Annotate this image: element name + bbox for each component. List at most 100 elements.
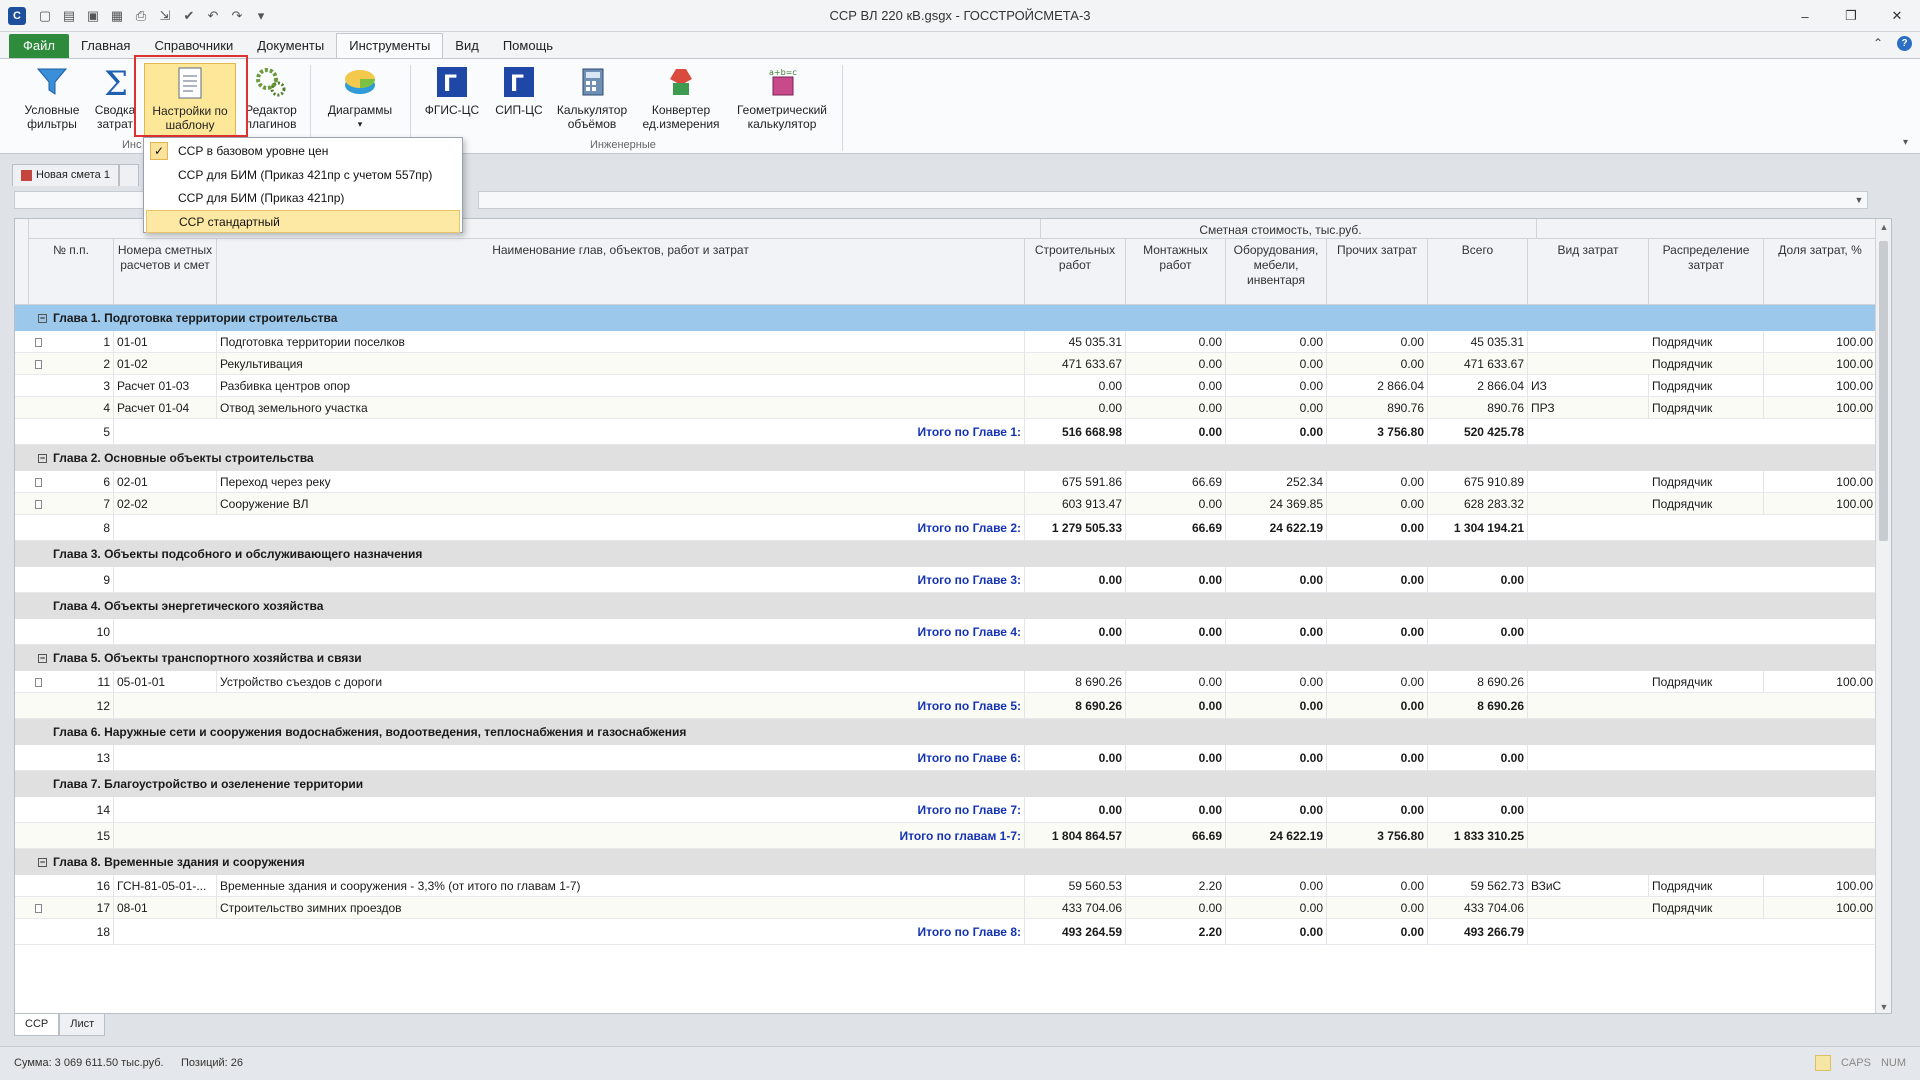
unit-converter-button[interactable]: Конвертер ед.измерения (638, 63, 724, 141)
chapter-row[interactable]: Глава 4. Объекты энергетического хозяйст… (15, 593, 1877, 619)
export-icon[interactable]: ⇲ (156, 7, 174, 25)
menu-item-label: ССР стандартный (179, 215, 280, 229)
close-button[interactable]: ✕ (1874, 0, 1920, 32)
diagrams-button[interactable]: Диаграммы ▾ (320, 63, 400, 141)
total-row[interactable]: 8 Итого по Главе 2: 1 279 505.33 66.69 24 62… (15, 515, 1877, 541)
left-filter-box[interactable] (14, 191, 148, 209)
tab-references[interactable]: Справочники (142, 34, 245, 58)
tab-file[interactable]: Файл (9, 34, 69, 58)
total-row[interactable]: 5 Итого по Главе 1: 516 668.98 0.00 0.00 3 75… (15, 419, 1877, 445)
app-icon[interactable]: С (8, 6, 26, 25)
total-row[interactable]: 14 Итого по Главе 7: 0.00 0.00 0.00 0.00 0.00 (15, 797, 1877, 823)
verify-icon[interactable]: ✔ (180, 7, 198, 25)
sip-button[interactable]: Г СИП-ЦС (490, 63, 548, 141)
cell-number: 17 (29, 897, 114, 919)
scroll-thumb[interactable] (1879, 241, 1888, 541)
collapse-toggle-icon[interactable]: − (38, 314, 47, 324)
open-folder-icon[interactable]: ▤ (60, 7, 78, 25)
page-view-icon[interactable] (1814, 1055, 1831, 1071)
cost-summary-button[interactable]: Σ Сводка затрат (94, 63, 136, 141)
chapter-row[interactable]: − Глава 1. Подготовка территории строител… (15, 305, 1877, 331)
total-row[interactable]: 15 Итого по главам 1-7: 1 804 864.57 66.69 2… (15, 823, 1877, 849)
tab-documents[interactable]: Документы (245, 34, 336, 58)
col-header-other[interactable]: Прочих затрат (1327, 239, 1428, 305)
save-icon[interactable]: ▣ (84, 7, 102, 25)
chapter-row[interactable]: − Глава 5. Объекты транспортного хозяйств… (15, 645, 1877, 671)
doc-tab-new-estimate[interactable]: Новая смета 1 (12, 164, 119, 186)
chapter-row[interactable]: Глава 6. Наружные сети и сооружения водо… (15, 719, 1877, 745)
cell-construction: 0.00 (1025, 619, 1126, 645)
template-settings-button[interactable]: Настройки по шаблону (144, 63, 236, 141)
plugin-editor-button[interactable]: Редактор плагинов (240, 63, 302, 141)
cell-distribution: Подрядчик (1649, 471, 1764, 493)
redo-icon[interactable]: ↷ (228, 7, 246, 25)
col-header-code[interactable]: Номера сметных расчетов и смет (114, 239, 217, 305)
table-row[interactable]: 16 ГСН-81-05-01-... Временные здания и соо… (15, 875, 1877, 897)
fgis-button[interactable]: Г ФГИС-ЦС (418, 63, 486, 141)
chapter-row[interactable]: Глава 3. Объекты подсобного и обслуживаю… (15, 541, 1877, 567)
restore-button[interactable]: ❐ (1828, 0, 1874, 32)
collapse-toggle-icon[interactable]: − (38, 858, 47, 868)
table-row[interactable]: 2 01-02 Рекультивация 471 633.67 0.00 0.00 0.0… (15, 353, 1877, 375)
undo-icon[interactable]: ↶ (204, 7, 222, 25)
cell-number: 5 (29, 419, 114, 445)
volume-calculator-button[interactable]: Калькулятор объёмов (552, 63, 632, 141)
total-row[interactable]: 18 Итого по Главе 8: 493 264.59 2.20 0.00 0.0… (15, 919, 1877, 945)
table-row[interactable]: 4 Расчет 01-04 Отвод земельного участка 0.0… (15, 397, 1877, 419)
col-header-cost-kind[interactable]: Вид затрат (1528, 239, 1649, 305)
collapse-toggle-icon[interactable]: − (38, 454, 47, 464)
chapter-row[interactable]: Глава 7. Благоустройство и озеленение те… (15, 771, 1877, 797)
table-row[interactable]: 11 05-01-01 Устройство съездов с дороги 8 6… (15, 671, 1877, 693)
col-header-equipment[interactable]: Оборудования, мебели, инвентаря (1226, 239, 1327, 305)
chapter-row[interactable]: − Глава 8. Временные здания и сооружения (15, 849, 1877, 875)
tab-tools[interactable]: Инструменты (336, 33, 444, 58)
ribbon-expand-icon[interactable]: ▾ (1903, 137, 1908, 148)
vertical-scrollbar[interactable]: ▲ ▼ (1875, 219, 1891, 1013)
col-header-construction[interactable]: Строительных работ (1025, 239, 1126, 305)
table-row[interactable]: 17 08-01 Строительство зимних проездов 433 … (15, 897, 1877, 919)
customize-qat-icon[interactable]: ▾ (252, 7, 270, 25)
minimize-button[interactable]: – (1782, 0, 1828, 32)
col-header-name[interactable]: Наименование глав, объектов, работ и зат… (217, 239, 1025, 305)
menu-item-bim-421-557[interactable]: ССР для БИМ (Приказ 421пр с учетом 557пр… (146, 164, 460, 187)
doc-tab-second[interactable] (118, 164, 139, 186)
col-header-share[interactable]: Доля затрат, % (1764, 239, 1877, 305)
collapse-toggle-icon[interactable]: − (38, 654, 47, 664)
total-row[interactable]: 13 Итого по Главе 6: 0.00 0.00 0.00 0.00 0.00 (15, 745, 1877, 771)
conditional-filters-button[interactable]: Условные фильтры (16, 63, 88, 141)
cell-other: 0.00 (1327, 353, 1428, 375)
tab-home[interactable]: Главная (69, 34, 142, 58)
table-row[interactable]: 6 02-01 Переход через реку 675 591.86 66.69 2… (15, 471, 1877, 493)
tab-help[interactable]: Помощь (491, 34, 565, 58)
total-row[interactable]: 10 Итого по Главе 4: 0.00 0.00 0.00 0.00 0.00 (15, 619, 1877, 645)
print-icon[interactable]: ⎙ (132, 7, 150, 25)
col-header-installation[interactable]: Монтажных работ (1126, 239, 1226, 305)
sheet-tab-ssr[interactable]: ССР (14, 1014, 60, 1036)
table-row[interactable]: 7 02-02 Сооружение ВЛ 603 913.47 0.00 24 369.… (15, 493, 1877, 515)
scroll-up-icon[interactable]: ▲ (1876, 219, 1891, 235)
sheet-tab-list[interactable]: Лист (59, 1014, 106, 1036)
tab-view[interactable]: Вид (443, 34, 491, 58)
col-header-distribution[interactable]: Распределение затрат (1649, 239, 1764, 305)
menu-item-bim-421[interactable]: ССР для БИМ (Приказ 421пр) (146, 187, 460, 210)
scroll-down-icon[interactable]: ▼ (1876, 999, 1891, 1013)
new-file-icon[interactable]: ▢ (36, 7, 54, 25)
col-header-number[interactable]: № п.п. (29, 239, 114, 305)
collapse-ribbon-icon[interactable]: ⌃ (1873, 36, 1883, 51)
chevron-down-icon[interactable]: ▼ (1851, 192, 1867, 208)
chapter-row[interactable]: − Глава 2. Основные объекты строительства (15, 445, 1877, 471)
conditional-filters-label: Условные фильтры (24, 103, 80, 131)
table-row[interactable]: 1 01-01 Подготовка территории поселков 45 0… (15, 331, 1877, 353)
total-row[interactable]: 9 Итого по Главе 3: 0.00 0.00 0.00 0.00 0.00 (15, 567, 1877, 593)
cell-code: Расчет 01-04 (114, 397, 217, 419)
help-icon[interactable]: ? (1897, 36, 1912, 51)
col-header-total[interactable]: Всего (1428, 239, 1528, 305)
geometry-calculator-button[interactable]: a+b=c Геометрический калькулятор (730, 63, 834, 141)
table-row[interactable]: 3 Расчет 01-03 Разбивка центров опор 0.00 0.… (15, 375, 1877, 397)
total-row[interactable]: 12 Итого по Главе 5: 8 690.26 0.00 0.00 0.00 8… (15, 693, 1877, 719)
save-all-icon[interactable]: ▦ (108, 7, 126, 25)
cell-total: 520 425.78 (1428, 419, 1528, 445)
search-combo[interactable]: ▼ (478, 191, 1868, 209)
menu-item-base-prices[interactable]: ✓ ССР в базовом уровне цен (146, 140, 460, 163)
menu-item-standard[interactable]: ССР стандартный (146, 210, 460, 233)
